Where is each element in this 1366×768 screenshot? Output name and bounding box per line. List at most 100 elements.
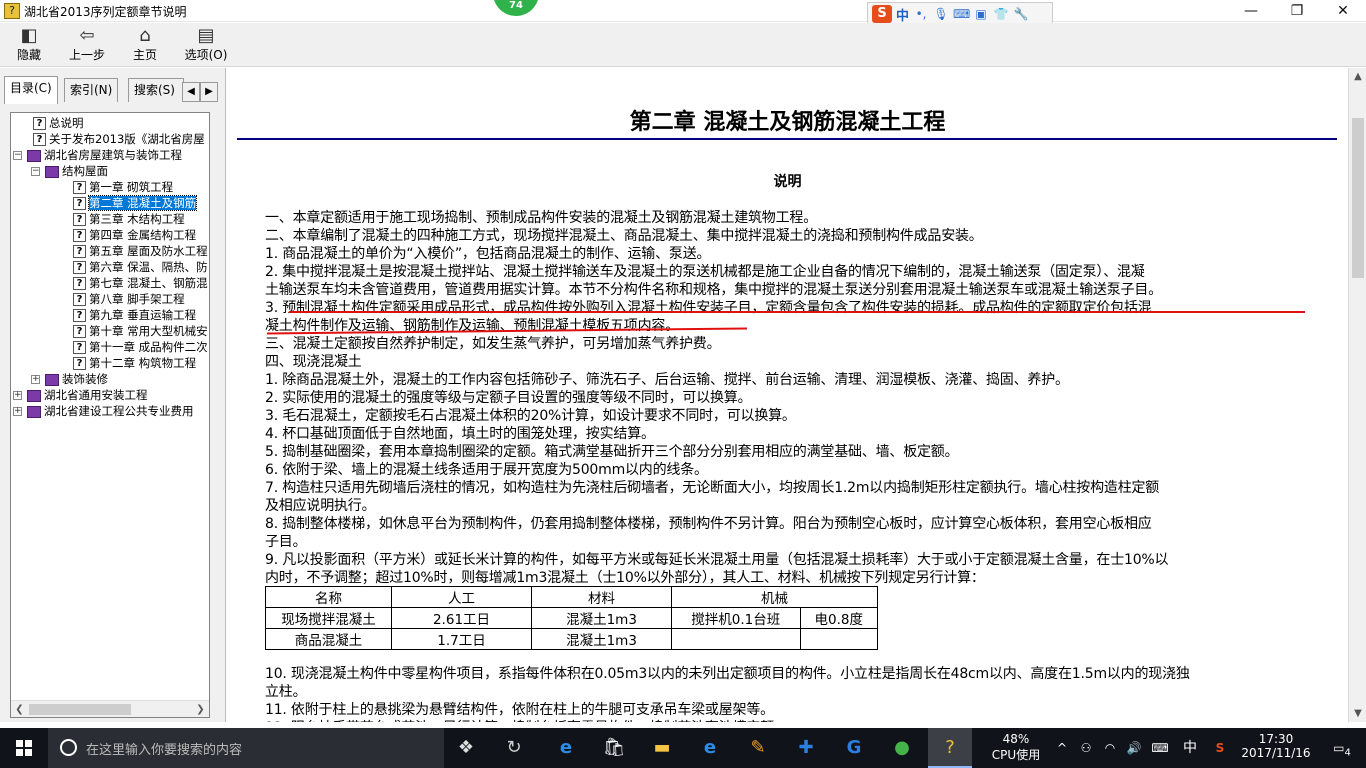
green-app-icon[interactable]: ● — [880, 728, 924, 768]
tree-item[interactable]: ? 第十章 常用大型机械安 — [73, 323, 208, 339]
tree-item[interactable]: + 湖北省建设工程公共专业费用 — [13, 403, 194, 419]
tree-item[interactable]: ? 第一章 砌筑工程 — [73, 179, 173, 195]
help-topic-icon: ? — [73, 229, 86, 242]
chapter-title: 第二章 混凝土及钢筋混凝土工程 — [629, 109, 946, 135]
tree-item[interactable]: ? 第十一章 成品构件二次 — [73, 339, 208, 355]
hide-button[interactable]: ◧ 隐藏 — [4, 25, 54, 65]
expand-icon[interactable]: + — [13, 391, 22, 400]
minimize-button[interactable]: — — [1228, 0, 1274, 22]
tree-item[interactable]: ? 第五章 屋面及防水工程 — [73, 243, 208, 259]
chevron-up-icon[interactable]: ^ — [1052, 728, 1072, 768]
title-bar: ? 湖北省2013序列定额章节说明 74 S 中 •, 🎙 ⌨ ▣ 👕 🔧 — … — [0, 0, 1366, 26]
sogou-tray-icon[interactable]: S — [1210, 728, 1230, 768]
tree-item[interactable]: ? 第七章 混凝土、钢筋混 — [73, 275, 208, 291]
sogou-logo-icon[interactable]: S — [872, 5, 892, 23]
microphone-icon[interactable]: 🎙 — [933, 6, 949, 22]
paragraph-line: 3. 预制混凝土构件定额采用成品形式，成品构件按外购列入混凝土构件安装子目，定额… — [265, 300, 1152, 316]
collapse-icon[interactable]: − — [31, 167, 40, 176]
tree-item[interactable]: ? 第十二章 构筑物工程 — [73, 355, 196, 371]
book-icon — [27, 389, 41, 402]
skin-icon[interactable]: ▣ — [973, 6, 989, 22]
tree-item[interactable]: ? 总说明 — [33, 115, 84, 131]
ime-punct-icon[interactable]: •, — [913, 6, 929, 22]
document-vertical-scrollbar[interactable]: ▲ ▼ — [1348, 68, 1366, 722]
home-button[interactable]: ⌂ 主页 — [120, 25, 170, 65]
scroll-right-icon[interactable]: ❯ — [192, 701, 209, 717]
ime-lang-indicator[interactable]: 中 — [1180, 728, 1200, 768]
tree-item[interactable]: ? 第四章 金属结构工程 — [73, 227, 196, 243]
tree-item[interactable]: ? 关于发布2013版《湖北省房屋 — [33, 131, 205, 147]
tree-item[interactable]: ? 第九章 垂直运输工程 — [73, 307, 196, 323]
tree-item-label: 第一章 砌筑工程 — [89, 180, 174, 194]
paragraph-line: 11. 依附于柱上的悬挑梁为悬臂结构件，依附在柱上的牛腿可支承吊车梁或屋架等。 — [265, 702, 774, 718]
clock[interactable]: 17:30 2017/11/16 — [1236, 728, 1316, 768]
collapse-icon[interactable]: − — [13, 151, 22, 160]
taskbar-search[interactable]: 在这里输入你要搜索的内容 — [48, 728, 444, 768]
keyboard-icon[interactable]: ⌨ — [1148, 728, 1172, 768]
scroll-up-icon[interactable]: ▲ — [1349, 68, 1366, 85]
help-topic-icon: ? — [73, 213, 86, 226]
cortana-icon — [60, 739, 77, 756]
tree-horizontal-scrollbar[interactable]: ❮ ❯ — [11, 700, 209, 717]
tree-item[interactable]: ? 第三章 木结构工程 — [73, 211, 185, 227]
app-swirl-icon[interactable]: ↻ — [492, 728, 536, 768]
shirt-icon[interactable]: 👕 — [993, 6, 1009, 22]
keyboard-icon[interactable]: ⌨ — [953, 6, 970, 22]
scroll-left-icon[interactable]: ❮ — [11, 701, 28, 717]
scroll-thumb[interactable] — [29, 704, 131, 715]
paragraph-line: 子目。 — [265, 534, 307, 550]
help-viewer-taskbar-icon[interactable]: ? — [928, 728, 972, 768]
g-app-icon[interactable]: G — [832, 728, 876, 768]
cpu-usage[interactable]: 48% CPU使用 — [986, 728, 1046, 768]
paragraph-line: 1. 商品混凝土的单价为“入模价”，包括商品混凝土的制作、运输、泵送。 — [265, 246, 711, 262]
tree-item[interactable]: − 湖北省房屋建筑与装饰工程 — [13, 147, 182, 163]
ie-browser-icon[interactable]: e — [688, 728, 732, 768]
tree-item[interactable]: + 装饰装修 — [31, 371, 108, 387]
notepad-app-icon[interactable]: ✎ — [736, 728, 780, 768]
floating-badge[interactable]: 74 — [493, 0, 539, 16]
paragraph-line: 10. 现浇混凝土构件中零星构件项目，系指每件体积在0.05m3以内的未列出定额… — [265, 666, 1190, 682]
restore-button[interactable]: ❐ — [1274, 0, 1320, 22]
tree-item-label: 第九章 垂直运输工程 — [89, 308, 197, 322]
tabs-prev-button[interactable]: ◀ — [182, 82, 200, 102]
expand-icon[interactable]: + — [31, 375, 40, 384]
table-cell: 混凝土1m3 — [531, 628, 672, 650]
paragraph-line: 9. 凡以投影面积（平方米）或延长米计算的构件，如每平方米或每延长米混凝土用量（… — [265, 552, 1169, 568]
back-button[interactable]: ⇦ 上一步 — [62, 25, 112, 65]
tree-item[interactable]: ? 第二章 混凝土及钢筋 — [73, 195, 198, 211]
red-underline — [289, 311, 1305, 313]
scroll-thumb[interactable] — [1352, 118, 1364, 278]
paragraph-line: 6. 依附于梁、墙上的混凝土线条适用于展开宽度为500mm以内的线条。 — [265, 462, 708, 478]
tabs-next-button[interactable]: ▶ — [200, 82, 218, 102]
tab-search[interactable]: 搜索(S) — [128, 78, 184, 102]
tab-contents[interactable]: 目录(C) — [4, 76, 58, 104]
people-icon[interactable]: ⚇ — [1076, 728, 1096, 768]
notification-center-icon[interactable]: ▭4 — [1322, 728, 1362, 768]
tab-index[interactable]: 索引(N) — [64, 78, 119, 102]
wrench-icon[interactable]: 🔧 — [1013, 6, 1029, 22]
paragraph-line: 1. 除商品混凝土外，混凝土的工作内容包括筛砂子、筛洗石子、后台运输、搅拌、前台… — [265, 372, 1069, 388]
tree-item-label: 第八章 脚手架工程 — [89, 292, 185, 306]
tree-item[interactable]: + 湖北省通用安装工程 — [13, 387, 148, 403]
tree-item[interactable]: ? 第六章 保温、隔热、防 — [73, 259, 208, 275]
tree-item[interactable]: ? 第八章 脚手架工程 — [73, 291, 185, 307]
file-explorer-icon[interactable]: ▬ — [640, 728, 684, 768]
paragraph-line: 二、本章编制了混凝土的四种施工方式，现场搅拌混凝土、商品混凝土、集中搅拌混凝土的… — [265, 228, 983, 244]
contents-tree[interactable]: ? 总说明? 关于发布2013版《湖北省房屋 − 湖北省房屋建筑与装饰工程 − 结构屋面? 第… — [10, 112, 210, 718]
paragraph-line: 3. 毛石混凝土，定额按毛石占混凝土体积的20%计算，如设计要求不同时，可以换算… — [265, 408, 796, 424]
task-view-icon[interactable]: ❖ — [444, 728, 488, 768]
scroll-down-icon[interactable]: ▼ — [1349, 705, 1366, 722]
edge-browser-icon[interactable]: e — [544, 728, 588, 768]
book-icon — [45, 373, 59, 386]
expand-icon[interactable]: + — [13, 407, 22, 416]
options-button[interactable]: ▤ 选项(O) — [180, 25, 232, 65]
tree-item[interactable]: − 结构屋面 — [31, 163, 108, 179]
wifi-icon[interactable]: ◠ — [1100, 728, 1120, 768]
start-button[interactable] — [0, 728, 48, 768]
ime-lang-toggle[interactable]: 中 — [896, 5, 909, 24]
hide-pane-icon: ◧ — [20, 25, 38, 46]
puzzle-app-icon[interactable]: ✚ — [784, 728, 828, 768]
store-icon[interactable]: 🛍 — [592, 728, 636, 768]
close-button[interactable]: ✕ — [1320, 0, 1366, 22]
volume-icon[interactable]: 🔊 — [1124, 728, 1144, 768]
